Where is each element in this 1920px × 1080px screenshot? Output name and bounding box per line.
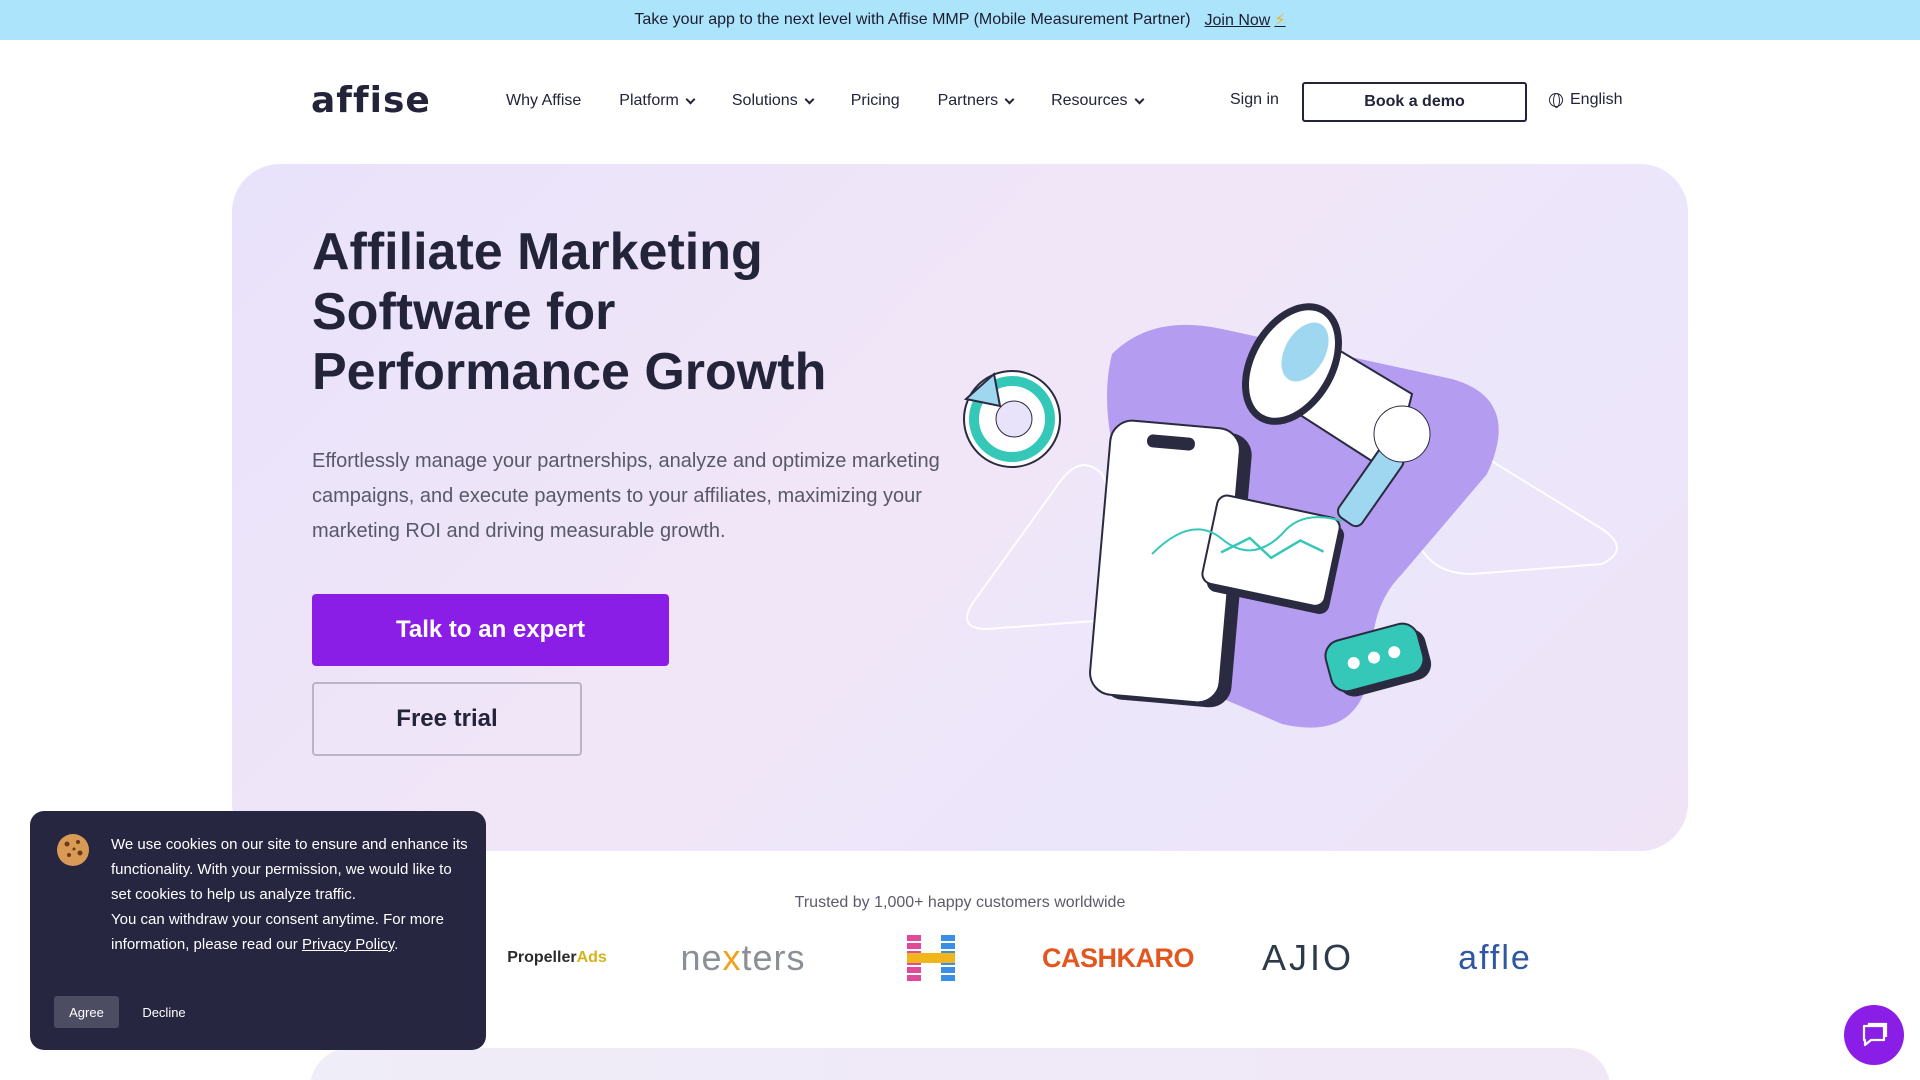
chat-icon [1862,1022,1888,1047]
chevron-down-icon [685,94,696,104]
book-demo-button[interactable]: Book a demo [1302,82,1527,122]
hero-section: Affiliate Marketing Software for Perform… [232,164,1688,851]
site-header: affise Why Affise Platform Solutions Pri… [0,40,1920,162]
chevron-down-icon [1134,94,1145,104]
bolt-icon: ⚡ [1274,12,1286,29]
announcement-bar: Take your app to the next level with Aff… [0,0,1920,40]
cashkaro-logo: CASHKARO [1042,942,1195,973]
nexters-logo: ne x ters [680,937,806,978]
cookie-message: We use cookies on our site to ensure and… [111,836,468,953]
globe-icon [1549,93,1563,108]
talk-to-expert-button[interactable]: Talk to an expert [312,594,669,666]
chevron-down-icon [1004,94,1015,104]
nav-partners[interactable]: Partners [938,92,1015,110]
free-trial-button[interactable]: Free trial [312,682,582,756]
cookie-banner: We use cookies on our site to ensure and… [30,811,486,1050]
chevron-down-icon [804,94,815,104]
next-section-card [310,1048,1610,1080]
nav-resources[interactable]: Resources [1051,92,1145,110]
propellerads-logo: Propeller Ads [507,949,607,966]
affle-logo: affle [1458,938,1532,977]
decline-button[interactable]: Decline [134,996,194,1028]
sign-in-link[interactable]: Sign in [1230,91,1279,109]
nav-solutions[interactable]: Solutions [732,92,815,110]
hero-title: Affiliate Marketing Software for Perform… [312,223,827,401]
affise-logo[interactable]: affise [311,80,431,121]
hero-description: Effortlessly manage your partnerships, a… [312,450,940,542]
hero-illustration [963,303,1618,728]
main-nav: Why Affise Platform Solutions Pricing Pa… [506,92,1181,110]
cookie-icon [57,834,89,866]
announcement-text: Take your app to the next level with Aff… [634,11,1191,28]
ajio-logo: AJIO [1262,937,1355,978]
language-label: English [1570,91,1623,108]
nav-platform[interactable]: Platform [619,92,696,110]
agree-button[interactable]: Agree [54,996,119,1028]
privacy-policy-link[interactable]: Privacy Policy [302,936,394,953]
language-selector[interactable]: English [1549,91,1622,109]
join-now-link[interactable]: Join Now ⚡ [1205,10,1286,30]
striped-h-logo [906,928,956,988]
chat-launcher-button[interactable] [1844,1005,1904,1065]
donut-chart-graphic [963,370,1061,468]
nav-why-affise[interactable]: Why Affise [506,92,581,110]
nav-pricing[interactable]: Pricing [851,92,900,110]
